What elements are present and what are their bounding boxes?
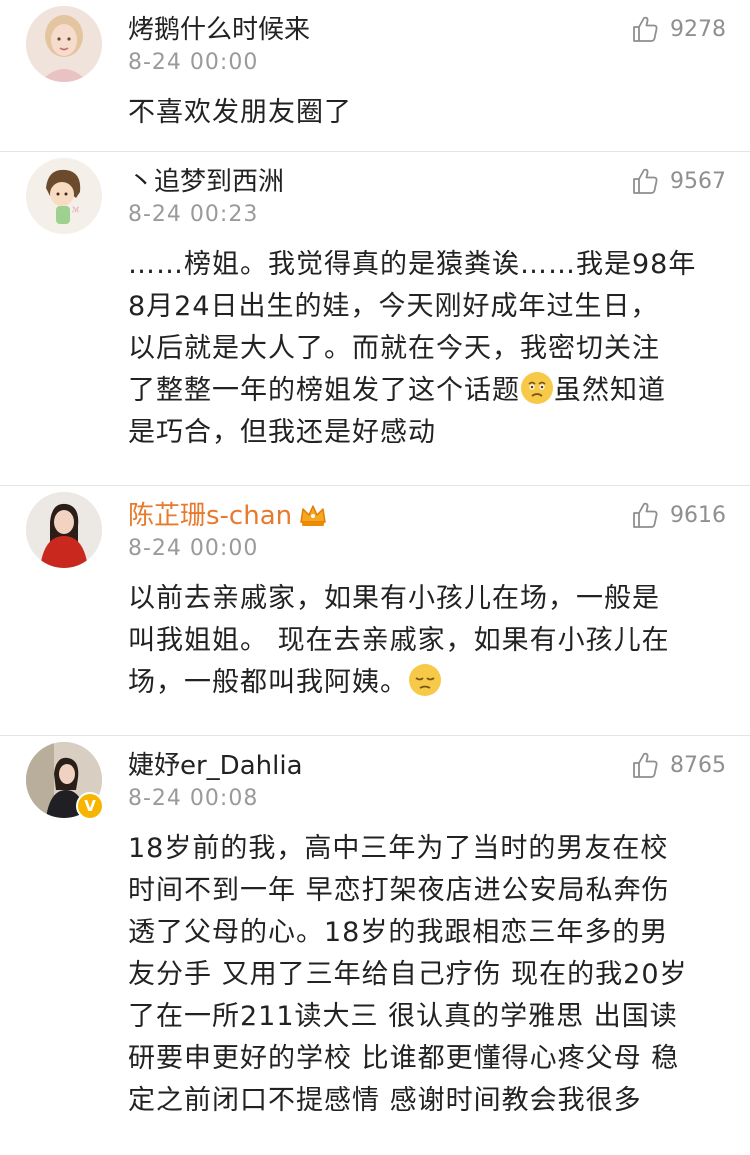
like-button[interactable]: 9278 <box>630 14 726 44</box>
avatar-photo <box>26 492 102 568</box>
comment-time: 8-24 00:00 <box>128 50 259 75</box>
avatar[interactable]: ℳ <box>26 158 102 234</box>
comment-time: 8-24 00:08 <box>128 786 259 811</box>
comment-item: 陈芷珊s-chan 8-24 00:00 以前去亲戚家，如果有小孩儿在场，一般是… <box>0 486 750 736</box>
comment-item: 烤鹅什么时候来 8-24 00:00 不喜欢发朋友圈了 9278 <box>0 0 750 152</box>
comment-text: 以前去亲戚家，如果有小孩儿在场，一般是 叫我姐姐。 现在去亲戚家，如果有小孩儿在… <box>128 578 730 704</box>
vip-crown-icon <box>300 505 326 526</box>
verified-badge: V <box>76 792 104 820</box>
svg-text:ℳ: ℳ <box>72 206 80 214</box>
like-count: 8765 <box>670 752 726 778</box>
comment-item: V 婕妤er_Dahlia 8-24 00:08 18岁前的我，高中三年为了当时… <box>0 736 750 1155</box>
like-button[interactable]: 9616 <box>630 500 726 530</box>
username-text: 陈芷珊s-chan <box>128 501 293 531</box>
like-button[interactable]: 9567 <box>630 166 726 196</box>
comment-list: 烤鹅什么时候来 8-24 00:00 不喜欢发朋友圈了 9278 ℳ 丶追梦到西… <box>0 0 750 1155</box>
thumbs-up-icon <box>633 752 658 778</box>
comment-item: ℳ 丶追梦到西洲 8-24 00:23 ……榜姐。我觉得真的是猿粪诶……我是98… <box>0 152 750 486</box>
pensive-emoji <box>409 664 441 696</box>
comment-text: ……榜姐。我觉得真的是猿粪诶……我是98年 8月24日出生的娃，今天刚好成年过生… <box>128 244 730 454</box>
comment-text: 不喜欢发朋友圈了 <box>128 97 352 128</box>
thumbs-up-icon <box>633 502 658 528</box>
moved-tears-emoji <box>521 372 553 404</box>
avatar-photo <box>26 6 102 82</box>
comment-time: 8-24 00:23 <box>128 202 259 227</box>
avatar[interactable] <box>26 6 102 82</box>
like-count: 9616 <box>670 502 726 528</box>
like-count: 9278 <box>670 16 726 42</box>
thumbs-up-icon <box>633 16 658 42</box>
thumbs-up-icon <box>633 168 658 194</box>
avatar-cartoon: ℳ <box>26 158 102 234</box>
comment-text: 18岁前的我，高中三年为了当时的男友在校 时间不到一年 早恋打架夜店进公安局私奔… <box>128 833 688 1116</box>
comment-time: 8-24 00:00 <box>128 536 259 561</box>
avatar[interactable]: V <box>26 742 104 820</box>
avatar[interactable] <box>26 492 102 568</box>
comment-text-part: 以前去亲戚家，如果有小孩儿在场，一般是 叫我姐姐。 现在去亲戚家，如果有小孩儿在… <box>128 583 670 698</box>
like-button[interactable]: 8765 <box>630 750 726 780</box>
like-count: 9567 <box>670 168 726 194</box>
